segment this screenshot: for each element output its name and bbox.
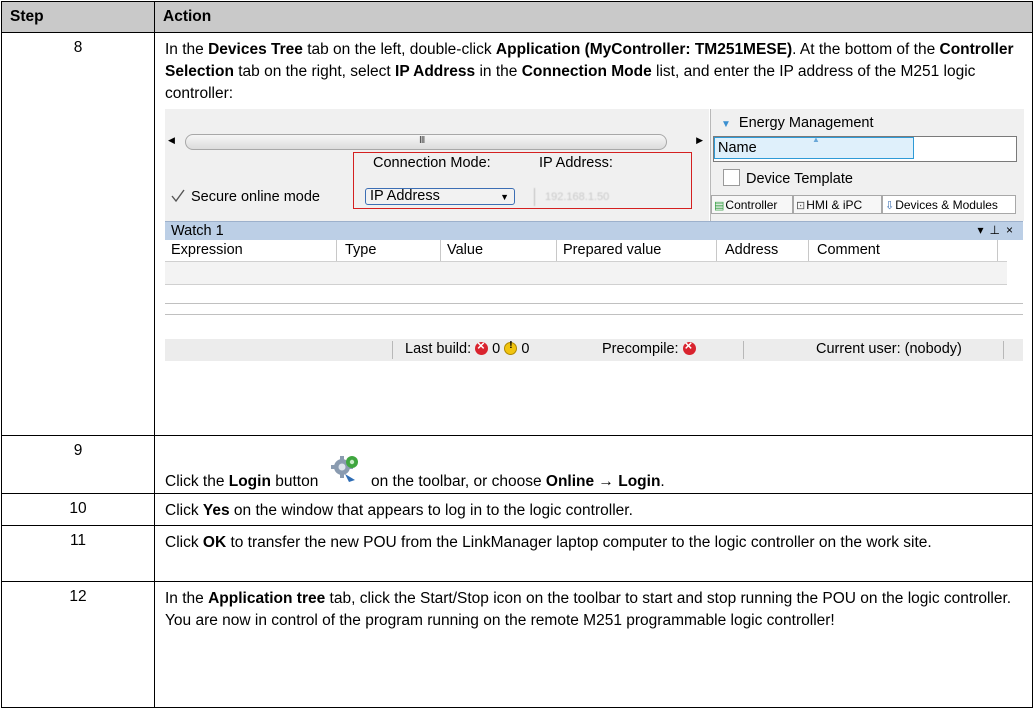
pin-icon: ⊥ (989, 223, 1006, 237)
header-action: Action (154, 1, 1033, 33)
horizontal-scrollbar[interactable]: ◀ III ▶ (167, 133, 705, 151)
step-number: 12 (1, 581, 155, 708)
table-row: 8 In the Devices Tree tab on the left, d… (1, 32, 1033, 436)
devices-panel: ▼ Energy Management ▲ Name Device Templat… (710, 109, 1024, 221)
precompile-status: Precompile: (602, 338, 696, 357)
tab-devices-modules[interactable]: ⇩Devices & Modules (882, 195, 1016, 214)
current-user: Current user: (nobody) (816, 341, 962, 357)
step-number: 10 (1, 493, 155, 526)
action-cell: In the Application tree tab, click the S… (154, 581, 1033, 708)
name-column-header[interactable]: ▲ Name (714, 135, 914, 159)
action-cell: Click the Login button on the toolbar, o… (154, 435, 1033, 494)
close-icon: × (1005, 223, 1019, 237)
step-number: 11 (1, 525, 155, 582)
dropdown-icon: ▾ (977, 223, 990, 237)
column-type[interactable]: Type (345, 242, 376, 258)
table-row: 9 Click the Login button on the toolbar,… (1, 435, 1033, 494)
column-comment[interactable]: Comment (817, 242, 880, 258)
last-build-status: Last build: 0 0 (405, 338, 529, 357)
device-template-checkbox[interactable]: Device Template (723, 169, 853, 187)
connection-mode-select[interactable]: IP Address ▼ (365, 188, 515, 205)
connection-panel: ◀ III ▶ Secure online mode Connection Mo… (165, 109, 709, 221)
table-row: 10 Click Yes on the window that appears … (1, 493, 1033, 526)
step-number: 8 (1, 32, 155, 436)
column-value[interactable]: Value (447, 242, 483, 258)
watch-grid: Expression Type Value Prepared value Add… (165, 240, 1023, 315)
hmi-icon: ⊡ (796, 200, 806, 212)
scroll-right-icon[interactable]: ▶ (696, 135, 703, 146)
action-text: Click OK to transfer the new POU from th… (165, 534, 932, 551)
action-text: Click Yes on the window that appears to … (165, 502, 633, 519)
scroll-grip: III (419, 135, 425, 146)
secure-online-mode-label: Secure online mode (191, 189, 320, 205)
column-address[interactable]: Address (725, 242, 778, 258)
watch-row-empty[interactable] (165, 285, 1023, 304)
step-number: 9 (1, 435, 155, 494)
watch-controls[interactable]: ▾⊥× (978, 223, 1020, 237)
devices-icon: ⇩ (885, 200, 895, 212)
watch-title: Watch 1 (171, 223, 224, 239)
header-step: Step (1, 1, 155, 33)
name-field[interactable]: ▲ Name (713, 135, 1017, 162)
scroll-left-icon[interactable]: ◀ (168, 135, 175, 146)
watch-row[interactable] (165, 261, 1007, 285)
dropdown-arrow-icon: ▼ (500, 192, 509, 202)
error-icon (475, 338, 489, 355)
controller-screenshot: ◀ III ▶ Secure online mode Connection Mo… (165, 109, 1024, 369)
action-note: You are now in control of the program ru… (165, 612, 835, 629)
table-row: 11 Click OK to transfer the new POU from… (1, 525, 1033, 582)
action-text: In the Application tree tab, click the S… (165, 590, 1012, 607)
warning-icon (504, 340, 518, 355)
controller-icon: ▤ (714, 200, 725, 212)
scroll-thumb[interactable]: III (185, 134, 667, 150)
ip-address-label: IP Address: (539, 155, 613, 171)
action-text: Click the Login button on the toolbar, o… (165, 454, 1024, 493)
table-row: 12 In the Application tree tab, click th… (1, 581, 1033, 708)
status-bar: Last build: 0 0 Precompile: Current user… (165, 338, 1023, 361)
secure-online-mode-checkbox[interactable]: Secure online mode (171, 189, 320, 205)
tab-controller[interactable]: ▤Controller (711, 195, 793, 214)
device-tabs: ▤Controller ⊡HMI & iPC ⇩Devices & Module… (711, 195, 1024, 215)
precompile-error-icon (682, 338, 696, 355)
action-text: In the Devices Tree tab on the left, dou… (165, 41, 1014, 102)
watch-panel-header: Watch 1 ▾⊥× (165, 221, 1023, 241)
action-cell: Click Yes on the window that appears to … (154, 493, 1033, 526)
checkbox-box (723, 169, 740, 186)
action-cell: In the Devices Tree tab on the left, dou… (154, 32, 1033, 436)
sort-arrow-icon: ▲ (812, 135, 820, 144)
column-prepared-value[interactable]: Prepared value (563, 242, 661, 258)
checkmark-icon (171, 189, 185, 203)
energy-management-node[interactable]: ▼ Energy Management (721, 115, 874, 131)
action-cell: Click OK to transfer the new POU from th… (154, 525, 1033, 582)
ip-address-input[interactable]: 192.168.1.50 (534, 188, 695, 206)
expand-triangle-icon: ▼ (721, 119, 731, 130)
login-gear-icon (330, 454, 361, 484)
connection-mode-value: IP Address (370, 188, 440, 204)
steps-table: Step Action 8 In the Devices Tree tab on… (1, 1, 1033, 708)
connection-mode-label: Connection Mode: (373, 155, 491, 171)
tab-hmi-ipc[interactable]: ⊡HMI & iPC (793, 195, 882, 214)
column-expression[interactable]: Expression (171, 242, 243, 258)
